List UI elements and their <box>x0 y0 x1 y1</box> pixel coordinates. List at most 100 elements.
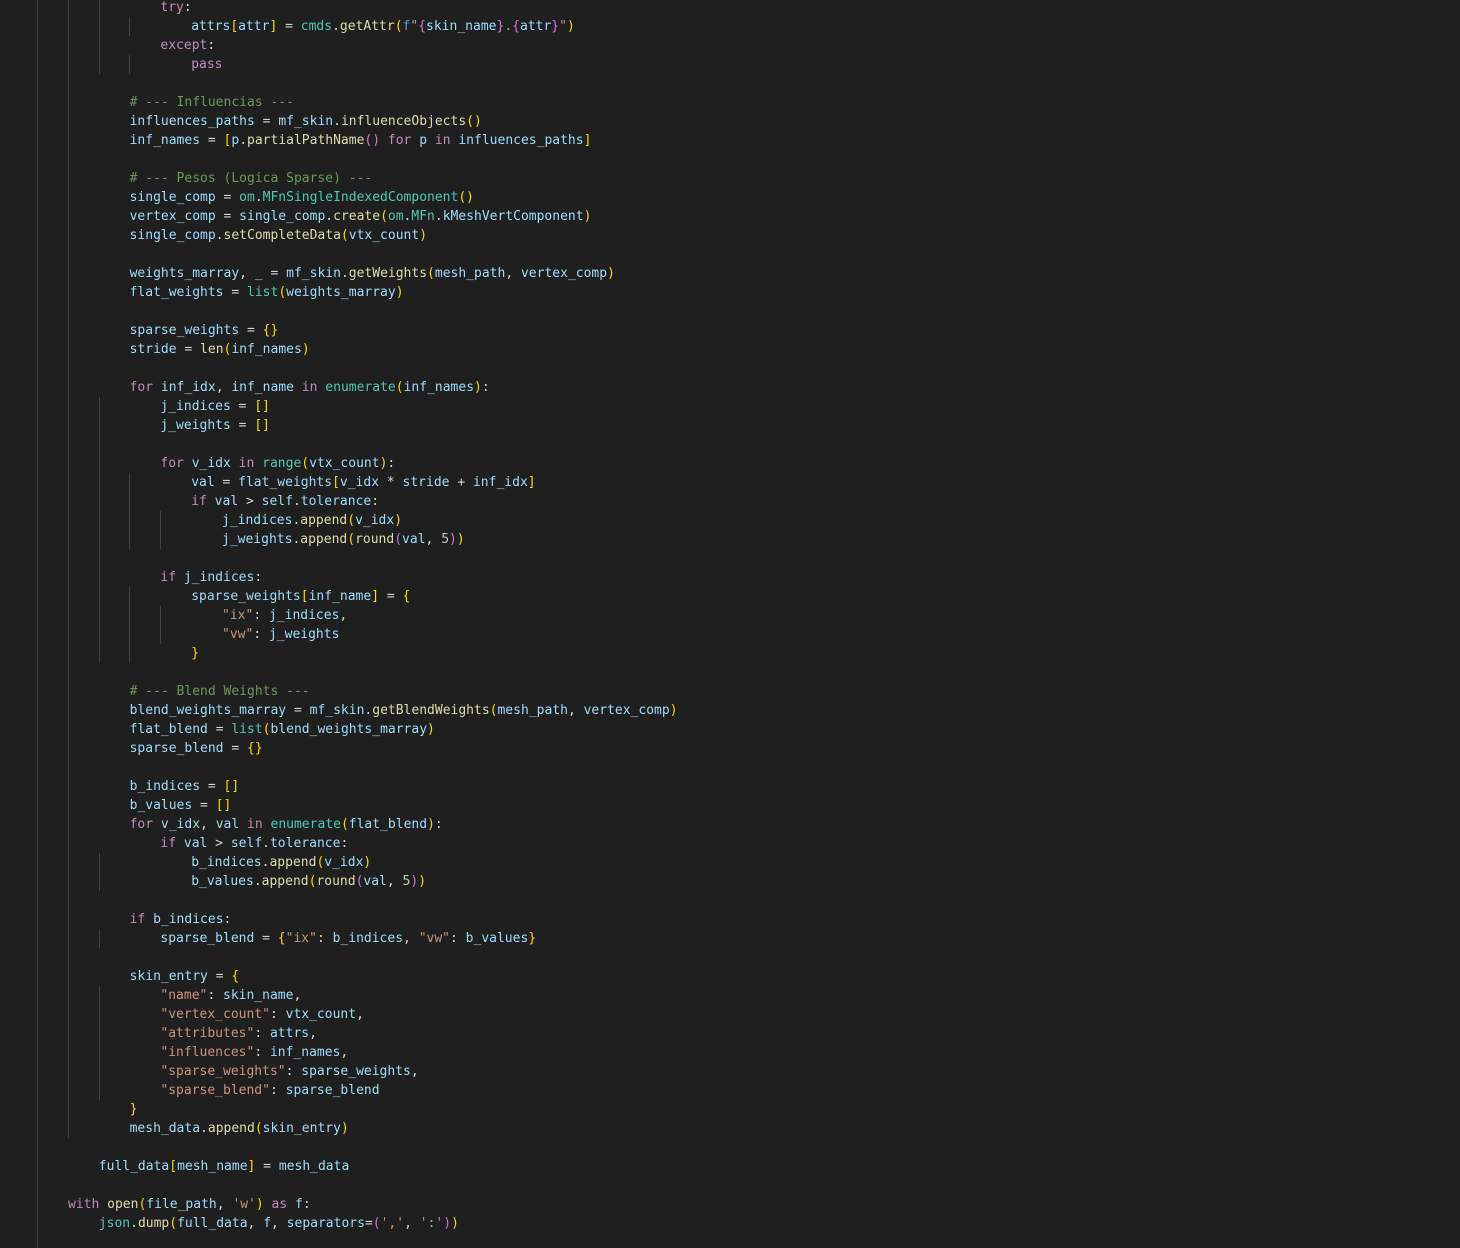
code-line[interactable]: sparse_weights[inf_name] = { <box>191 587 410 606</box>
code-line[interactable]: for v_idx, val in enumerate(flat_blend): <box>130 815 443 834</box>
code-token: . <box>215 228 224 243</box>
code-token: , <box>356 1007 364 1022</box>
code-token: inf_name <box>308 589 372 604</box>
code-line[interactable]: "sparse_weights": sparse_weights, <box>160 1062 418 1081</box>
code-editor[interactable]: try: attrs[attr] = cmds.getAttr(f"{skin_n… <box>0 0 1460 1248</box>
code-token: append <box>269 855 317 870</box>
code-line[interactable]: if val > self.tolerance: <box>191 492 379 511</box>
code-line[interactable]: j_weights.append(round(val, 5)) <box>222 530 465 549</box>
code-token: vtx_count <box>348 228 420 243</box>
code-token: getAttr <box>339 19 395 34</box>
code-token: = <box>214 475 239 490</box>
code-token: append <box>300 532 348 547</box>
code-line[interactable]: influences_paths = mf_skin.influenceObje… <box>130 112 482 131</box>
code-token: . <box>333 114 341 129</box>
code-line[interactable]: pass <box>191 55 222 74</box>
code-line[interactable]: "name": skin_name, <box>160 986 301 1005</box>
code-line[interactable]: stride = len(inf_names) <box>130 340 310 359</box>
code-token: () <box>364 133 381 148</box>
code-line[interactable]: "sparse_blend": sparse_blend <box>160 1081 379 1100</box>
code-line[interactable]: "influences": inf_names, <box>160 1043 348 1062</box>
code-token: ':' <box>419 1216 444 1231</box>
code-line[interactable]: # --- Blend Weights --- <box>130 682 310 701</box>
code-token: if <box>129 912 146 927</box>
code-line[interactable]: try: <box>160 0 191 17</box>
code-token: cmds <box>300 19 333 34</box>
code-token: append <box>261 874 309 889</box>
code-line[interactable]: sparse_blend = {} <box>130 739 263 758</box>
code-token: attrs <box>269 1026 310 1041</box>
code-token: ) <box>669 703 678 718</box>
code-token: 5 <box>441 532 450 547</box>
code-token: () <box>466 114 482 129</box>
code-line[interactable]: skin_entry = { <box>130 967 240 986</box>
code-line[interactable]: } <box>130 1100 138 1119</box>
code-token: ) <box>301 342 310 357</box>
code-token: { <box>418 19 427 34</box>
code-token: mf_skin <box>309 703 365 718</box>
code-line[interactable]: val = flat_weights[v_idx * stride + inf_… <box>191 473 535 492</box>
code-line[interactable]: vertex_comp = single_comp.create(om.MFn.… <box>130 207 592 226</box>
code-token: mesh_path <box>497 703 568 718</box>
code-token: " <box>559 19 567 34</box>
code-token: p <box>419 133 428 148</box>
code-line[interactable]: j_weights = [] <box>160 416 270 435</box>
code-line[interactable]: weights_marray, _ = mf_skin.getWeights(m… <box>130 264 615 283</box>
code-line[interactable]: "attributes": attrs, <box>160 1024 317 1043</box>
code-line[interactable]: flat_blend = list(blend_weights_marray) <box>130 720 435 739</box>
code-token: ) <box>474 380 482 395</box>
code-token: v_idx <box>191 456 231 471</box>
code-line[interactable]: flat_weights = list(weights_marray) <box>130 283 404 302</box>
code-token: . <box>504 19 513 34</box>
code-line[interactable]: b_indices.append(v_idx) <box>191 853 371 872</box>
code-line[interactable]: # --- Pesos (Logica Sparse) --- <box>130 169 373 188</box>
code-line[interactable]: b_values.append(round(val, 5)) <box>191 872 426 891</box>
code-line[interactable]: if val > self.tolerance: <box>160 834 348 853</box>
code-token: = <box>239 323 263 338</box>
code-token: list <box>247 285 279 300</box>
code-line[interactable]: inf_names = [p.partialPathName() for p i… <box>130 131 592 150</box>
code-line[interactable]: b_indices = [] <box>130 777 240 796</box>
code-token: ( <box>395 380 404 395</box>
code-token: full_data <box>98 1159 170 1174</box>
code-line[interactable]: json.dump(full_data, f, separators=(',',… <box>99 1214 459 1233</box>
code-token: skin_name <box>426 19 497 34</box>
code-token: : <box>253 627 269 642</box>
code-line[interactable]: single_comp.setCompleteData(vtx_count) <box>130 226 427 245</box>
code-token: "attributes" <box>160 1026 255 1041</box>
code-line[interactable]: "ix": j_indices, <box>222 606 347 625</box>
code-line[interactable]: j_indices = [] <box>160 397 270 416</box>
code-line[interactable]: if j_indices: <box>160 568 262 587</box>
code-line[interactable]: b_values = [] <box>130 796 232 815</box>
code-token: inf_names <box>269 1045 341 1060</box>
code-line[interactable]: with open(file_path, 'w') as f: <box>68 1195 311 1214</box>
code-token: = <box>364 1216 373 1231</box>
code-line[interactable]: mesh_data.append(skin_entry) <box>130 1119 349 1138</box>
code-token: ( <box>372 1216 381 1231</box>
code-line[interactable]: blend_weights_marray = mf_skin.getBlendW… <box>130 701 678 720</box>
code-line[interactable]: full_data[mesh_name] = mesh_data <box>99 1157 350 1176</box>
code-line[interactable]: j_indices.append(v_idx) <box>222 511 402 530</box>
code-line[interactable]: sparse_weights = {} <box>130 321 279 340</box>
code-token: [] <box>223 779 240 794</box>
code-token: val <box>402 532 426 547</box>
code-line[interactable]: except: <box>160 36 215 55</box>
code-line[interactable]: for v_idx in range(vtx_count): <box>160 454 395 473</box>
code-line[interactable]: "vw": j_weights <box>222 625 339 644</box>
code-line[interactable]: attrs[attr] = cmds.getAttr(f"{skin_name}… <box>191 17 575 36</box>
code-line[interactable]: # --- Influencias --- <box>130 93 294 112</box>
code-line[interactable]: sparse_blend = {"ix": b_indices, "vw": b… <box>160 929 536 948</box>
code-token: _ <box>254 266 263 281</box>
code-token: as <box>271 1197 288 1212</box>
code-token: for <box>129 380 154 395</box>
code-token: [] <box>254 399 270 414</box>
code-line[interactable]: if b_indices: <box>130 910 232 929</box>
code-line[interactable]: "vertex_count": vtx_count, <box>160 1005 364 1024</box>
code-line[interactable]: } <box>191 644 199 663</box>
code-token: blend_weights_marray <box>270 722 428 737</box>
code-line[interactable]: single_comp = om.MFnSingleIndexedCompone… <box>130 188 474 207</box>
code-line[interactable]: for inf_idx, inf_name in enumerate(inf_n… <box>130 378 490 397</box>
